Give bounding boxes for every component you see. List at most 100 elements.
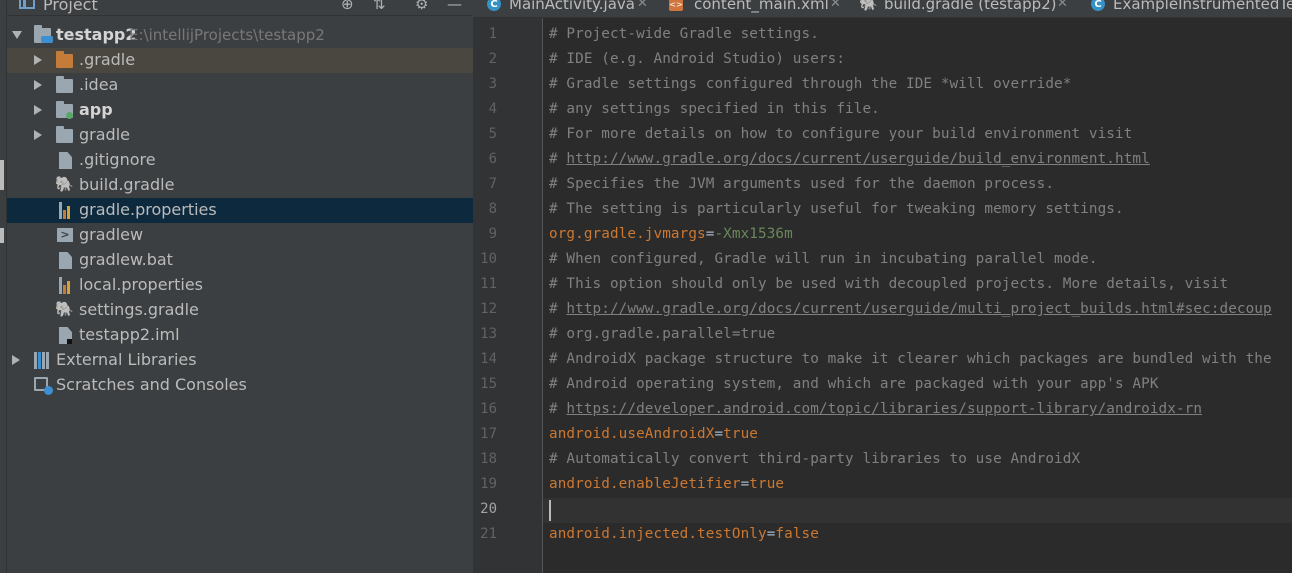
code-line-12: # http://www.gradle.org/docs/current/use… [549, 301, 1272, 317]
line-number: 4 [488, 101, 497, 117]
chevron-down-icon[interactable] [12, 31, 22, 39]
code-line-11: # This option should only be used with d… [549, 276, 1229, 292]
target-icon[interactable]: ⊕ [341, 0, 354, 13]
current-line-highlight [543, 498, 1292, 523]
folder-icon [56, 51, 73, 68]
tree-item-label: gradle [79, 125, 130, 144]
module-badge-icon [66, 112, 73, 119]
code-line-9: org.gradle.jvmargs=-Xmx1536m [549, 226, 793, 242]
tab-build-gradle[interactable]: 🐘 build.gradle (testapp2) ✕ [845, 0, 1075, 17]
close-icon[interactable]: ✕ [1057, 0, 1068, 11]
tree-item-gradle-properties[interactable]: gradle.properties [7, 198, 473, 223]
code-line-18: # Automatically convert third-party libr… [549, 451, 1081, 467]
code-line-5: # For more details on how to configure y… [549, 126, 1133, 142]
tree-item-label: gradlew.bat [79, 250, 173, 269]
tree-item-label: .idea [79, 75, 119, 94]
property-key: org.gradle.jvmargs [549, 226, 706, 242]
line-number: 12 [480, 301, 497, 317]
tree-item-label: gradlew [79, 225, 144, 244]
close-icon[interactable]: ✕ [830, 0, 841, 11]
collapse-icon[interactable]: ⇅ [373, 0, 386, 13]
code-line-4: # any settings specified in this file. [549, 101, 880, 117]
tree-item-settings-gradle[interactable]: 🐘 settings.gradle [7, 298, 473, 323]
comment-hash: # [549, 301, 567, 317]
code-line-16: # https://developer.android.com/topic/li… [549, 401, 1202, 417]
tree-item-idea[interactable]: .idea [7, 73, 473, 98]
comment-link[interactable]: http://www.gradle.org/docs/current/userg… [566, 151, 1149, 167]
line-number: 18 [480, 451, 497, 467]
libraries-icon [34, 352, 52, 369]
project-panel-header: Project ⊕ ⇅ ⚙ — [7, 0, 473, 16]
tree-item-testapp2-iml[interactable]: testapp2.iml [7, 323, 473, 348]
java-class-icon: C [487, 0, 501, 11]
comment-link[interactable]: https://developer.android.com/topic/libr… [566, 401, 1202, 417]
line-number: 1 [488, 26, 497, 42]
scratches-badge-icon [44, 386, 53, 395]
editor-tab-bar: C MainActivity.java ✕ <> content_main.xm… [473, 0, 1292, 18]
tab-content-main[interactable]: <> content_main.xml ✕ [655, 0, 845, 17]
line-number: 3 [488, 76, 497, 92]
tree-item-label: app [79, 100, 113, 119]
line-number: 15 [480, 376, 497, 392]
line-number: 17 [480, 426, 497, 442]
file-icon [59, 252, 72, 269]
gear-icon[interactable]: ⚙ [415, 0, 428, 13]
code-line-1: # Project-wide Gradle settings. [549, 26, 819, 42]
xml-icon: <> [669, 0, 683, 11]
properties-icon [59, 202, 75, 219]
tool-window-button[interactable] [0, 228, 4, 243]
tree-item-gradle-dir[interactable]: .gradle [7, 48, 473, 73]
property-equals: = [714, 426, 724, 442]
tree-item-label: Scratches and Consoles [56, 375, 247, 394]
tool-window-button[interactable] [0, 160, 4, 190]
project-icon [19, 0, 35, 9]
chevron-right-icon[interactable] [34, 80, 42, 90]
chevron-right-icon[interactable] [34, 130, 42, 140]
line-number: 9 [488, 226, 497, 242]
chevron-right-icon[interactable] [12, 355, 20, 365]
tree-item-label: External Libraries [56, 350, 197, 369]
text-caret [549, 500, 551, 521]
line-number: 13 [480, 326, 497, 342]
folder-icon [56, 76, 73, 93]
line-number: 10 [480, 251, 497, 267]
tab-mainactivity[interactable]: C MainActivity.java ✕ [473, 0, 655, 17]
tree-item-app[interactable]: app [7, 98, 473, 123]
tree-item-scratches[interactable]: Scratches and Consoles [7, 373, 473, 398]
comment-link[interactable]: http://www.gradle.org/docs/current/userg… [566, 301, 1271, 317]
project-panel-title[interactable]: Project [43, 0, 98, 14]
code-line-2: # IDE (e.g. Android Studio) users: [549, 51, 846, 67]
tree-root-testapp2[interactable]: testapp2 E:\intellijProjects\testapp2 [7, 23, 473, 48]
line-number-gutter[interactable]: 1 2 3 4 5 6 7 8 9 10 11 12 13 14 15 16 1… [473, 18, 543, 573]
code-line-8: # The setting is particularly useful for… [549, 201, 1124, 217]
tree-item-gitignore[interactable]: .gitignore [7, 148, 473, 173]
minimize-icon[interactable]: — [447, 0, 462, 13]
chevron-right-icon[interactable] [34, 105, 42, 115]
property-value: true [723, 426, 759, 442]
tree-item-label: testapp2.iml [79, 325, 180, 344]
property-value: -Xmx1536m [714, 226, 793, 242]
tree-item-gradle[interactable]: gradle [7, 123, 473, 148]
tree-item-external-libraries[interactable]: External Libraries [7, 348, 473, 373]
comment-hash: # [549, 401, 567, 417]
module-file-badge-icon [67, 339, 72, 344]
project-panel: Project ⊕ ⇅ ⚙ — testapp2 E:\intellijProj… [7, 0, 473, 573]
tree-item-gradlew-bat[interactable]: gradlew.bat [7, 248, 473, 273]
root-path: E:\intellijProjects\testapp2 [129, 26, 325, 44]
tree-item-build-gradle[interactable]: 🐘 build.gradle [7, 173, 473, 198]
gradle-icon: 🐘 [55, 300, 74, 318]
terminal-icon: > [57, 228, 73, 242]
close-icon[interactable]: ✕ [637, 0, 648, 11]
tree-item-gradlew[interactable]: > gradlew [7, 223, 473, 248]
property-key: android.useAndroidX [549, 426, 715, 442]
java-class-icon: C [1091, 0, 1105, 11]
property-key: android.enableJetifier [549, 476, 741, 492]
chevron-right-icon[interactable] [34, 55, 42, 65]
folder-icon [56, 126, 73, 143]
gradle-icon: 🐘 [859, 0, 878, 12]
tree-item-label: settings.gradle [79, 300, 199, 319]
code-line-10: # When configured, Gradle will run in in… [549, 251, 1098, 267]
tree-item-local-properties[interactable]: local.properties [7, 273, 473, 298]
tab-example-instrumented[interactable]: C ExampleInstrumentedTe [1075, 0, 1292, 17]
code-editor[interactable]: # Project-wide Gradle settings. # IDE (e… [543, 18, 1292, 573]
